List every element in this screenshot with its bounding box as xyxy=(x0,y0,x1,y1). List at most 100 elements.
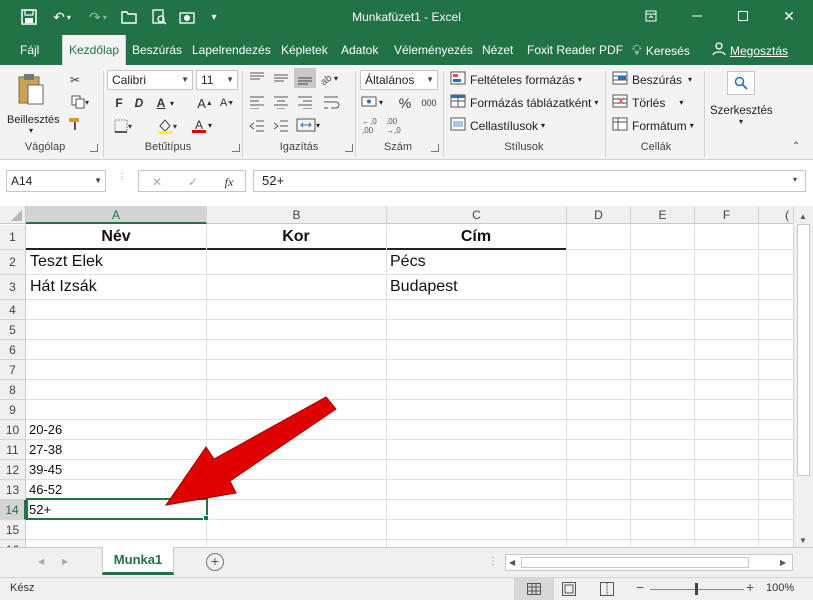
page-layout-view-icon[interactable] xyxy=(562,582,576,599)
paste-button[interactable]: Beillesztés ▾ xyxy=(7,73,60,137)
delete-cells-button[interactable]: Törlés ▾ xyxy=(612,94,683,111)
tab-data[interactable]: Adatok xyxy=(335,35,384,65)
horizontal-scrollbar[interactable]: ◀ ▶ xyxy=(505,554,793,571)
number-format-combo[interactable]: Általános ▼ xyxy=(360,70,438,90)
tab-foxit[interactable]: Foxit Reader PDF xyxy=(521,35,629,65)
sheet-prev-icon[interactable]: ◀ xyxy=(38,557,44,566)
new-sheet-icon[interactable]: + xyxy=(206,553,224,571)
tab-review[interactable]: Véleményezés xyxy=(388,35,479,65)
tab-file[interactable]: Fájl xyxy=(14,35,45,65)
underline-dropdown-icon[interactable]: ▾ xyxy=(170,99,174,108)
cell-a10[interactable]: 20-26 xyxy=(29,420,62,439)
align-right-icon[interactable] xyxy=(296,95,314,112)
formula-input[interactable]: 52+ xyxy=(253,170,806,192)
row-header-15[interactable]: 15 xyxy=(0,520,26,540)
column-header-f[interactable]: F xyxy=(695,206,759,224)
cell-c1[interactable]: Cím xyxy=(386,225,566,249)
cell-c3[interactable]: Budapest xyxy=(390,275,458,299)
copy-icon[interactable]: ▾ xyxy=(66,93,94,111)
zoom-slider-thumb[interactable] xyxy=(695,583,698,595)
tab-split-grip-icon[interactable]: ⋮ xyxy=(488,556,498,567)
shrink-font-icon[interactable]: A ▼ xyxy=(218,94,236,112)
ribbon-display-icon[interactable] xyxy=(628,0,674,32)
percent-button[interactable]: % xyxy=(396,94,414,112)
cut-icon[interactable]: ✂ xyxy=(66,71,84,89)
column-header-c[interactable]: C xyxy=(387,206,567,224)
name-box[interactable]: A14 ▼ xyxy=(6,170,106,192)
close-icon[interactable]: ✕ xyxy=(766,0,812,32)
zoom-out-icon[interactable]: − xyxy=(636,579,644,595)
merge-center-icon[interactable]: ▾ xyxy=(296,117,328,133)
decrease-indent-icon[interactable] xyxy=(248,119,266,136)
tell-me[interactable]: 💡︎ Keresés xyxy=(632,42,690,59)
scroll-left-icon[interactable]: ◀ xyxy=(509,558,515,567)
font-name-combo[interactable]: Calibri ▼ xyxy=(107,70,193,90)
vertical-scroll-thumb[interactable] xyxy=(797,224,810,476)
increase-indent-icon[interactable] xyxy=(272,119,290,136)
underline-button[interactable]: A xyxy=(152,94,170,112)
row-header-7[interactable]: 7 xyxy=(0,360,26,380)
accounting-format-icon[interactable]: ▾ xyxy=(361,95,391,109)
insert-cells-button[interactable]: Beszúrás ▾ xyxy=(612,71,692,88)
cancel-icon[interactable]: ✕ xyxy=(148,173,166,191)
borders-icon[interactable]: ▾ xyxy=(110,117,136,135)
maximize-icon[interactable] xyxy=(720,0,766,32)
column-header-a[interactable]: A xyxy=(26,206,207,224)
enter-icon[interactable]: ✓ xyxy=(184,173,202,191)
sheet-next-icon[interactable]: ▶ xyxy=(62,557,68,566)
row-header-10[interactable]: 10 xyxy=(0,420,26,440)
orientation-icon[interactable]: ab ▾ xyxy=(318,71,346,85)
increase-decimal-icon[interactable]: ←,0,00 xyxy=(362,117,377,135)
number-launcher[interactable] xyxy=(431,144,439,152)
cell-a13[interactable]: 46-52 xyxy=(29,480,62,499)
align-center-icon[interactable] xyxy=(272,95,290,112)
row-header-8[interactable]: 8 xyxy=(0,380,26,400)
cell-c2[interactable]: Pécs xyxy=(390,250,426,274)
thousands-button[interactable]: 000 xyxy=(418,94,440,112)
row-header-5[interactable]: 5 xyxy=(0,320,26,340)
row-header-9[interactable]: 9 xyxy=(0,400,26,420)
cell-a12[interactable]: 39-45 xyxy=(29,460,62,479)
tab-insert[interactable]: Beszúrás xyxy=(126,35,188,65)
row-header-4[interactable]: 4 xyxy=(0,300,26,320)
editing-button[interactable]: Szerkesztés ▾ xyxy=(710,71,773,126)
tab-home[interactable]: Kezdőlap xyxy=(62,35,127,65)
format-as-table-button[interactable]: Formázás táblázatként ▾ xyxy=(450,94,598,111)
cell-a2[interactable]: Teszt Elek xyxy=(30,250,103,274)
cell-styles-button[interactable]: Cellastílusok ▾ xyxy=(450,117,545,134)
row-header-6[interactable]: 6 xyxy=(0,340,26,360)
scroll-down-icon[interactable]: ▼ xyxy=(799,536,807,545)
alignment-launcher[interactable] xyxy=(345,144,353,152)
horizontal-scroll-thumb[interactable] xyxy=(521,557,749,568)
bottom-align-icon[interactable] xyxy=(294,68,316,88)
conditional-formatting-button[interactable]: Feltételes formázás ▾ xyxy=(450,71,582,88)
share-button[interactable]: Megosztás xyxy=(712,42,788,59)
page-break-view-icon[interactable] xyxy=(600,582,614,599)
clipboard-launcher[interactable] xyxy=(90,144,98,152)
font-color-dropdown-icon[interactable]: ▾ xyxy=(208,121,212,130)
format-painter-icon[interactable] xyxy=(66,115,84,133)
decrease-decimal-icon[interactable]: ,00 →,0 xyxy=(386,117,401,135)
scroll-right-icon[interactable]: ▶ xyxy=(780,558,786,567)
tab-formulas[interactable]: Képletek xyxy=(275,35,334,65)
row-header-11[interactable]: 11 xyxy=(0,440,26,460)
tab-view[interactable]: Nézet xyxy=(476,35,519,65)
column-header-b[interactable]: B xyxy=(207,206,387,224)
row-header-1[interactable]: 1 xyxy=(0,225,26,250)
font-launcher[interactable] xyxy=(232,144,240,152)
zoom-in-icon[interactable]: + xyxy=(746,579,754,595)
column-header-e[interactable]: E xyxy=(631,206,695,224)
cell-b1[interactable]: Kor xyxy=(206,225,386,249)
zoom-level[interactable]: 100% xyxy=(766,582,794,594)
row-header-3[interactable]: 3 xyxy=(0,275,26,300)
collapse-ribbon-icon[interactable]: ⌃ xyxy=(792,141,800,152)
row-header-13[interactable]: 13 xyxy=(0,480,26,500)
worksheet-grid[interactable]: 1 2 3 4 5 6 7 8 9 10 11 12 13 14 15 16 N… xyxy=(0,225,793,547)
scroll-up-icon[interactable]: ▲ xyxy=(799,212,807,221)
column-header-d[interactable]: D xyxy=(567,206,631,224)
row-header-12[interactable]: 12 xyxy=(0,460,26,480)
font-size-combo[interactable]: 11 ▼ xyxy=(196,70,238,90)
wrap-text-icon[interactable] xyxy=(322,95,340,112)
fill-color-icon[interactable]: ▾ xyxy=(152,117,182,135)
sheet-tab-munka1[interactable]: Munka1 xyxy=(102,547,174,575)
